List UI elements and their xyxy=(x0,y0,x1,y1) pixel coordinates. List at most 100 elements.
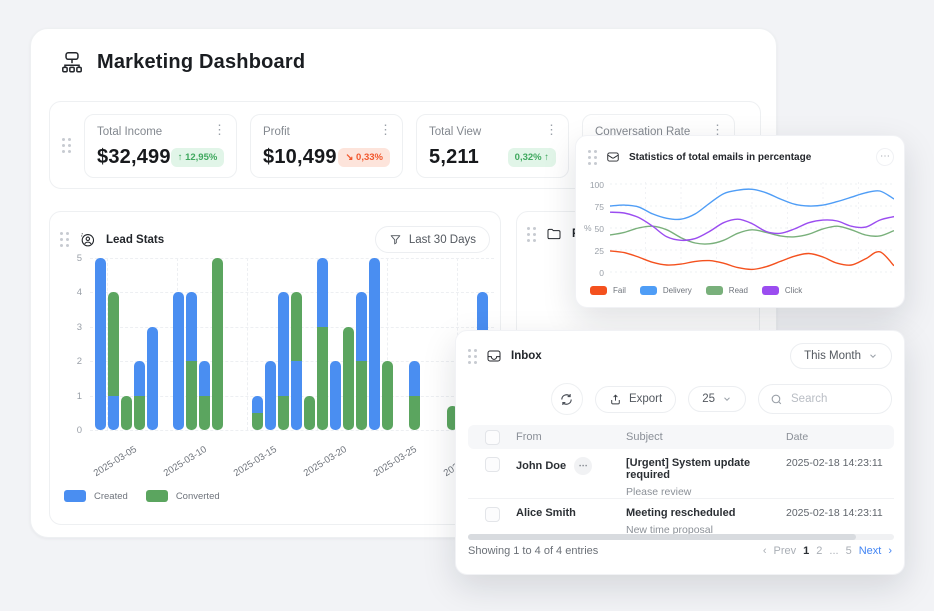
page-...[interactable]: ... xyxy=(829,545,838,557)
bar-segment-created xyxy=(199,361,210,395)
prev-button[interactable]: Prev xyxy=(774,545,797,557)
page-header: Marketing Dashboard xyxy=(59,49,305,75)
folder-icon xyxy=(546,226,562,242)
x-tick-label: 2025-03-25 xyxy=(372,444,419,479)
stat-change-badge: ↘ 0,33% xyxy=(338,148,390,167)
bar-segment-created xyxy=(369,258,380,430)
bar-chart-x-labels: 2025-03-052025-03-102025-03-152025-03-20… xyxy=(90,436,494,482)
row-menu-button[interactable]: ⋯ xyxy=(574,457,592,475)
y-tick-label: 1 xyxy=(60,391,82,402)
table-row[interactable]: John Doe⋯ [Urgent] System update require… xyxy=(468,449,894,499)
search-box xyxy=(758,384,892,414)
bar-segment-created xyxy=(265,361,276,430)
next-arrow[interactable]: › xyxy=(888,545,892,557)
legend-swatch xyxy=(706,286,723,295)
refresh-button[interactable] xyxy=(551,383,583,415)
stacked-bar xyxy=(265,361,276,430)
stacked-bar xyxy=(278,292,289,430)
date-filter-button[interactable]: Last 30 Days xyxy=(375,226,490,253)
period-select[interactable]: This Month xyxy=(790,343,892,369)
kebab-menu-icon[interactable]: ⋮ xyxy=(213,125,226,135)
bar-segment-converted xyxy=(278,396,289,430)
stat-card-total-view: Total View ⋮ 5,211 0,32% ↑ xyxy=(416,114,569,178)
bar-segment-created xyxy=(278,292,289,395)
kebab-menu-icon[interactable]: ⋮ xyxy=(711,125,724,135)
kebab-menu-icon[interactable]: ⋮ xyxy=(379,125,392,135)
stacked-bar xyxy=(147,327,158,430)
email-subject: Meeting rescheduled xyxy=(626,507,786,519)
bar-segment-converted xyxy=(356,361,367,430)
stat-change-badge: 0,32% ↑ xyxy=(508,148,556,167)
legend-item-converted: Converted xyxy=(146,490,220,502)
bar-segment-converted xyxy=(199,396,210,430)
y-tick-label: 5 xyxy=(60,253,82,264)
export-icon xyxy=(609,393,622,406)
funnel-icon xyxy=(389,233,402,246)
bar-segment-converted xyxy=(212,258,223,430)
row-checkbox[interactable] xyxy=(485,507,500,522)
pagination: ‹ Prev 12... 5 Next › xyxy=(763,545,892,557)
legend-label: Click xyxy=(785,286,802,295)
stacked-bar xyxy=(108,292,119,430)
bar-segment-created xyxy=(317,258,328,327)
search-input[interactable] xyxy=(791,393,881,405)
bar-segment-created xyxy=(147,327,158,430)
ellipsis-menu-button[interactable]: ⋯ xyxy=(876,148,894,166)
stacked-bar xyxy=(173,292,184,430)
scrollbar-thumb[interactable] xyxy=(468,534,856,540)
y-tick-label: 100 xyxy=(584,180,604,190)
stacked-bar xyxy=(121,396,132,430)
row-checkbox[interactable] xyxy=(485,457,500,472)
bar-segment-converted xyxy=(134,396,145,430)
page-title: Marketing Dashboard xyxy=(97,51,305,74)
legend-item-delivery: Delivery xyxy=(640,286,692,295)
bar-segment-converted xyxy=(108,292,119,395)
column-header-from: From xyxy=(516,431,626,443)
gridline xyxy=(247,258,248,430)
bar-segment-created xyxy=(252,396,263,413)
legend-swatch xyxy=(146,490,168,502)
stats-row-drag-handle[interactable] xyxy=(62,138,71,153)
bar-segment-converted xyxy=(343,327,354,430)
stacked-bar xyxy=(212,258,223,430)
horizontal-scrollbar[interactable] xyxy=(468,534,894,540)
period-select-label: This Month xyxy=(804,350,861,362)
page-1[interactable]: 1 xyxy=(803,545,809,557)
page-5[interactable]: 5 xyxy=(846,545,852,557)
bar-segment-converted xyxy=(291,292,302,361)
y-tick-label: 50 xyxy=(584,224,604,234)
legend-label: Fail xyxy=(613,286,626,295)
legend-swatch xyxy=(590,286,607,295)
select-all-checkbox[interactable] xyxy=(485,430,500,445)
line-series-click xyxy=(610,212,894,240)
email-stats-drag-handle[interactable] xyxy=(588,150,597,165)
stacked-bar xyxy=(199,361,210,430)
kebab-menu-icon[interactable]: ⋮ xyxy=(545,125,558,135)
lead-stats-drag-handle[interactable] xyxy=(60,232,69,247)
page-2[interactable]: 2 xyxy=(816,545,822,557)
next-button[interactable]: Next xyxy=(859,545,882,557)
stacked-bar xyxy=(304,396,315,430)
page-size-select[interactable]: 25 xyxy=(688,386,746,412)
partial-card-drag-handle[interactable] xyxy=(527,227,536,242)
bar-segment-created xyxy=(173,292,184,430)
email-date: 2025-02-18 14:23:11 xyxy=(786,507,894,519)
legend-label: Read xyxy=(729,286,748,295)
stat-value: 5,211 xyxy=(429,146,479,169)
legend-label: Delivery xyxy=(663,286,692,295)
legend-item-created: Created xyxy=(64,490,128,502)
stat-label: Profit xyxy=(263,126,390,138)
prev-arrow[interactable]: ‹ xyxy=(763,545,767,557)
email-subject: [Urgent] System update required xyxy=(626,457,786,481)
export-button[interactable]: Export xyxy=(595,386,676,413)
email-stats-title: Statistics of total emails in percentage xyxy=(629,152,811,163)
sender-name: Alice Smith xyxy=(516,507,576,519)
stacked-bar xyxy=(343,327,354,430)
stat-value: $10,499 xyxy=(263,146,337,169)
stat-card-profit: Profit ⋮ $10,499 ↘ 0,33% xyxy=(250,114,403,178)
legend-swatch xyxy=(640,286,657,295)
inbox-drag-handle[interactable] xyxy=(468,349,477,364)
y-tick-label: 4 xyxy=(60,287,82,298)
search-icon xyxy=(770,393,783,406)
table-row[interactable]: Alice Smith Meeting rescheduled New time… xyxy=(468,499,894,537)
